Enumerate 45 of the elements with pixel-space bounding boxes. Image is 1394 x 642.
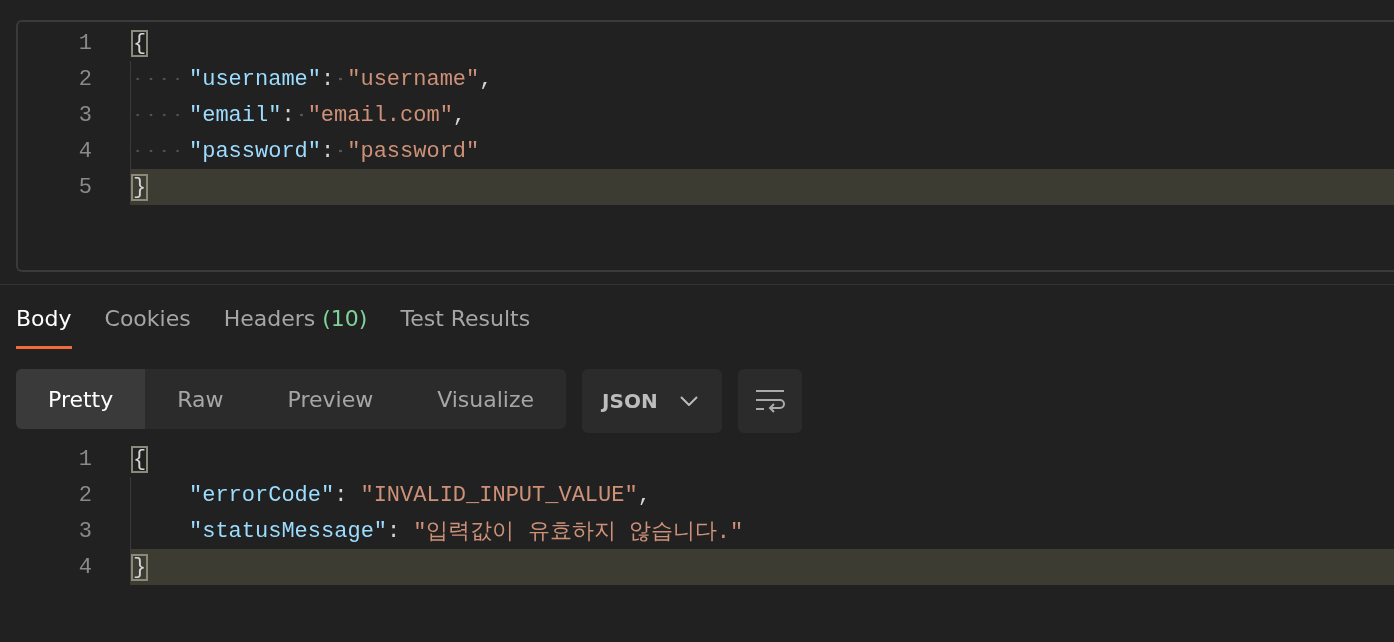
line-number: 3 bbox=[77, 102, 92, 128]
line-number: 5 bbox=[77, 174, 92, 200]
line-number: 2 bbox=[77, 66, 92, 92]
view-mode-tab[interactable]: Raw bbox=[145, 369, 256, 429]
view-mode-tab[interactable]: Preview bbox=[255, 369, 406, 429]
line-number: 4 bbox=[77, 554, 92, 580]
json-value: "password" bbox=[347, 138, 480, 164]
json-key: "password" bbox=[189, 138, 322, 164]
colon: : bbox=[321, 138, 335, 164]
header-count: (10) bbox=[322, 306, 368, 331]
brace: { bbox=[132, 446, 148, 472]
colon: : bbox=[281, 102, 295, 128]
colon: : bbox=[334, 482, 348, 508]
line-number: 4 bbox=[77, 138, 92, 164]
format-dropdown[interactable]: JSON bbox=[582, 369, 722, 433]
wrap-lines-button[interactable] bbox=[737, 369, 802, 433]
colon: : bbox=[321, 66, 335, 92]
comma: , bbox=[479, 66, 493, 92]
json-key: "email" bbox=[189, 102, 282, 128]
json-value: "입력값이 유효하지 않습니다." bbox=[413, 519, 744, 546]
comma: , bbox=[637, 482, 651, 508]
comma: , bbox=[452, 102, 467, 128]
brace: } bbox=[132, 554, 148, 580]
response-tab[interactable]: Cookies bbox=[104, 303, 191, 349]
view-mode-tab[interactable]: Visualize bbox=[405, 369, 567, 429]
response-tab[interactable]: Body bbox=[16, 303, 72, 349]
line-number: 1 bbox=[77, 30, 92, 56]
colon: : bbox=[387, 518, 401, 544]
view-mode-tab[interactable]: Pretty bbox=[16, 369, 146, 429]
wrap-lines-icon bbox=[753, 388, 786, 414]
json-value: "username" bbox=[347, 66, 480, 92]
line-number: 1 bbox=[77, 446, 92, 472]
code-editor[interactable]: 1 { 2 "username": "username", 3 "email": "email.com", 4 "password": "password" 5 } bbox=[16, 20, 1394, 272]
json-value: "INVALID_INPUT_VALUE" bbox=[360, 482, 638, 508]
json-value: "email.com" bbox=[307, 102, 453, 128]
json-key: "statusMessage" bbox=[189, 518, 388, 544]
json-key: "username" bbox=[189, 66, 322, 92]
response-tab[interactable]: Headers (10) bbox=[223, 303, 368, 349]
response-tab[interactable]: Test Results bbox=[400, 303, 531, 349]
chevron-down-icon bbox=[679, 396, 698, 406]
line-number: 2 bbox=[77, 482, 92, 508]
brace: { bbox=[132, 30, 148, 56]
line-number: 3 bbox=[77, 518, 92, 544]
json-key: "errorCode" bbox=[189, 482, 335, 508]
brace: } bbox=[132, 174, 148, 200]
